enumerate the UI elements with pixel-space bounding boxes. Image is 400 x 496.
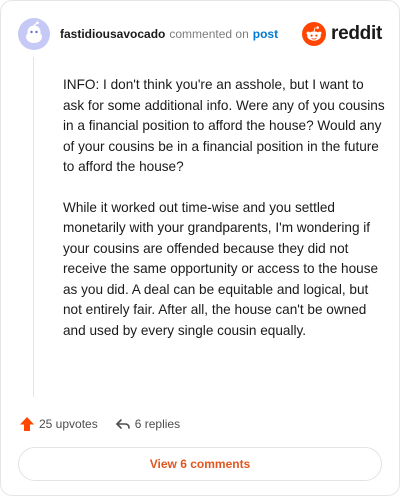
reply-arrow-icon <box>115 419 130 429</box>
comment-stats: 25 upvotes 6 replies <box>19 413 180 435</box>
comment-paragraph: While it worked out time-wise and you se… <box>63 199 379 338</box>
snoo-avatar-icon <box>26 21 42 43</box>
post-link[interactable]: post <box>253 27 278 41</box>
action-text: commented on <box>169 27 249 41</box>
comment-body: INFO: I don't think you're an asshole, b… <box>63 75 385 361</box>
upvotes-label: 25 upvotes <box>39 417 98 431</box>
comment-header: fastidiousavocado commented on post redd… <box>18 17 382 51</box>
reddit-brand[interactable]: reddit <box>302 22 382 46</box>
reddit-logo-icon <box>302 22 327 46</box>
replies-label: 6 replies <box>134 417 181 431</box>
user-avatar[interactable] <box>18 18 50 50</box>
thread-line <box>33 57 34 397</box>
upvotes-stat[interactable]: 25 upvotes <box>19 416 98 432</box>
username-link[interactable]: fastidiousavocado <box>60 27 165 41</box>
replies-stat[interactable]: 6 replies <box>115 416 180 432</box>
upvote-arrow-icon <box>20 417 34 431</box>
comment-paragraph: INFO: I don't think you're an asshole, b… <box>63 77 385 174</box>
reddit-wordmark: reddit <box>331 23 382 44</box>
embedded-comment-card: fastidiousavocado commented on post redd… <box>0 0 400 496</box>
view-comments-button[interactable]: View 6 comments <box>18 447 382 481</box>
comment-byline: fastidiousavocado commented on post <box>60 27 278 41</box>
